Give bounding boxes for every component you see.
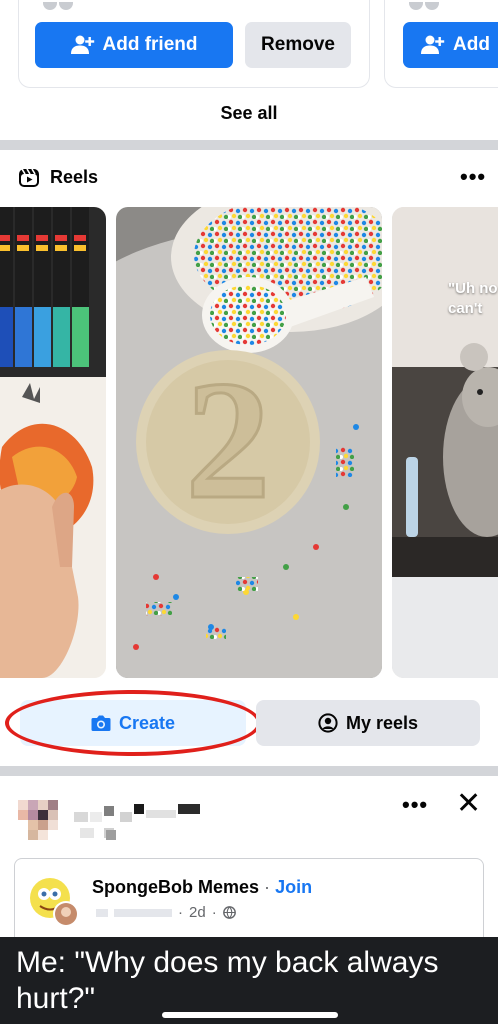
my-reels-button[interactable]: My reels <box>256 700 480 746</box>
post-avatar <box>18 800 58 840</box>
add-friend-button[interactable]: Add <box>403 22 498 68</box>
close-icon[interactable]: ✕ <box>456 788 481 820</box>
mobile-screen: Add friend Remove Add See all Reels ••• … <box>0 0 498 1024</box>
separator: · <box>178 904 183 921</box>
add-person-icon <box>70 35 94 54</box>
friend-suggestion-card: Add friend Remove <box>18 0 370 88</box>
svg-text:2: 2 <box>186 346 271 534</box>
post-more-icon[interactable]: ••• <box>402 792 428 818</box>
reel-image-markers <box>0 207 106 678</box>
separator: · <box>211 904 217 921</box>
mutual-friends-avatars <box>409 2 439 10</box>
reels-icon <box>19 168 39 187</box>
post-time: 2d <box>189 904 206 921</box>
friend-suggestion-card: Add <box>384 0 498 88</box>
add-friend-button[interactable]: Add friend <box>35 22 233 68</box>
remove-label: Remove <box>261 34 335 55</box>
reel-thumbnail[interactable]: "Uh no can't <box>392 207 498 678</box>
globe-icon <box>222 906 236 919</box>
profile-circle-icon <box>318 713 338 733</box>
mutual-friends-avatars <box>43 2 73 10</box>
camera-icon <box>91 715 111 731</box>
reel-image-cookie: 2 <box>116 207 382 678</box>
home-indicator[interactable] <box>162 1012 338 1018</box>
section-divider <box>0 766 498 776</box>
my-reels-label: My reels <box>345 712 419 733</box>
reel-caption-line1: "Uh no <box>448 280 498 297</box>
reel-caption: "Uh no can't <box>448 279 498 319</box>
join-link[interactable]: Join <box>275 877 312 897</box>
create-label: Create <box>118 712 176 733</box>
reels-header: Reels <box>18 166 98 188</box>
add-person-icon <box>421 35 445 54</box>
reel-thumbnail[interactable] <box>0 207 106 678</box>
redacted-author <box>114 908 172 917</box>
post-meta: · 2d · <box>96 904 236 921</box>
reel-image-chinchilla <box>392 207 498 678</box>
add-friend-label: Add friend <box>102 34 198 55</box>
group-name-line: SpongeBob Memes · Join <box>92 877 312 898</box>
reels-more-icon[interactable]: ••• <box>460 164 486 190</box>
separator: · <box>264 877 271 897</box>
reel-caption-line2: can't <box>448 300 483 317</box>
section-divider <box>0 140 498 150</box>
add-friend-label: Add <box>453 34 490 55</box>
group-avatar[interactable] <box>28 876 80 928</box>
people-you-may-know: Add friend Remove Add See all <box>0 0 498 140</box>
group-name[interactable]: SpongeBob Memes <box>92 877 259 897</box>
redacted-author <box>96 908 108 917</box>
reels-title: Reels <box>50 166 99 187</box>
remove-button[interactable]: Remove <box>245 22 351 68</box>
see-all-link[interactable]: See all <box>0 103 498 124</box>
post-author-name[interactable] <box>74 804 204 844</box>
meme-caption: Me: "Why does my back always hurt?" <box>0 937 498 1024</box>
create-reel-button[interactable]: Create <box>20 700 246 746</box>
reel-thumbnail[interactable]: 2 <box>116 207 382 678</box>
